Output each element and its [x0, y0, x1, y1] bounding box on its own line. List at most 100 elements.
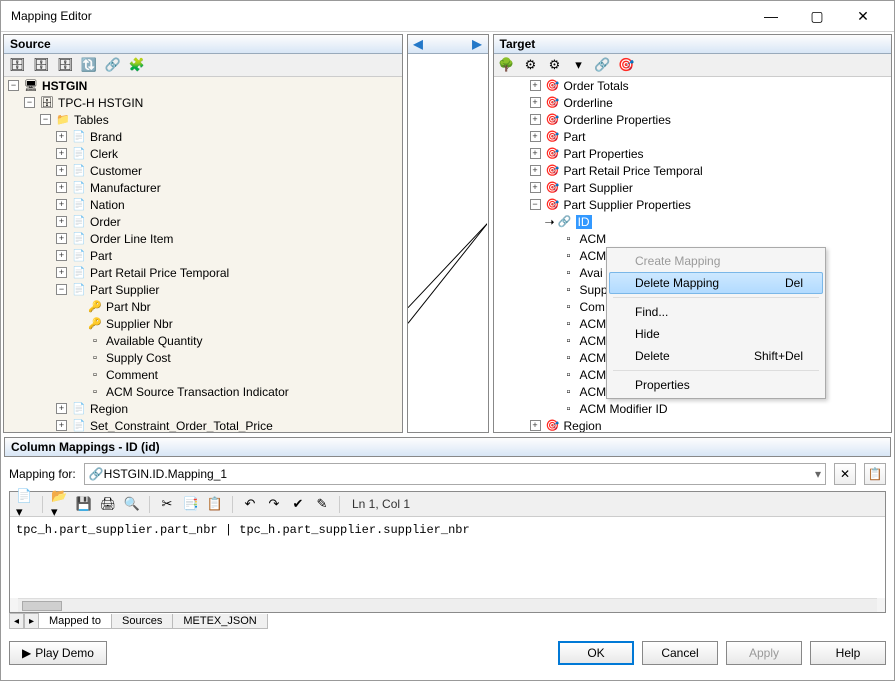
tree-item[interactable]: +🎯Region: [494, 417, 892, 432]
target-icon[interactable]: 🎯: [618, 56, 636, 74]
mapping-for-combo[interactable]: 🔗 HSTGIN.ID.Mapping_1 ▾: [84, 463, 826, 485]
tree-item[interactable]: +📄Region: [4, 400, 402, 417]
tree-item[interactable]: +🎯Order Totals: [494, 77, 892, 94]
cancel-button[interactable]: Cancel: [642, 641, 718, 665]
table-icon: 🎯: [545, 130, 561, 144]
map-right-icon[interactable]: ▶: [472, 37, 481, 51]
tree-item[interactable]: +🎯Part Retail Price Temporal: [494, 162, 892, 179]
tab-mapped-to[interactable]: Mapped to: [38, 614, 112, 629]
tree-tables[interactable]: −📁Tables: [4, 111, 402, 128]
tree-item[interactable]: +🎯Part: [494, 128, 892, 145]
tree-item[interactable]: +📄Order Line Item: [4, 230, 402, 247]
help-button[interactable]: Help: [810, 641, 886, 665]
column-supplier-nbr[interactable]: 🔑Supplier Nbr: [4, 315, 402, 332]
column-part-nbr[interactable]: 🔑Part Nbr: [4, 298, 402, 315]
gear-minus-icon[interactable]: ⚙: [546, 56, 564, 74]
table-link-icon[interactable]: 🔗: [104, 56, 122, 74]
dropdown-icon[interactable]: ▾: [570, 56, 588, 74]
ctx-properties[interactable]: Properties: [609, 374, 823, 396]
column-id[interactable]: ➝🔗ID: [494, 213, 892, 230]
db-add-icon[interactable]: 🗄: [8, 56, 26, 74]
expression-editor: 📄▾ 📂▾ 💾 🖨 🔍 ✂ 📑 📋 ↶ ↷ ✔ ✎ Ln 1, Col 1 t: [9, 491, 886, 613]
tree-item[interactable]: +📄Brand: [4, 128, 402, 145]
play-demo-button[interactable]: ▶ Play Demo: [9, 641, 107, 665]
apply-button[interactable]: Apply: [726, 641, 802, 665]
cursor-location: Ln 1, Col 1: [352, 497, 410, 511]
editor-body[interactable]: tpc_h.part_supplier.part_nbr | tpc_h.par…: [10, 517, 885, 598]
redo-icon[interactable]: ↷: [265, 495, 283, 513]
column-item[interactable]: ▫Available Quantity: [4, 332, 402, 349]
expression-text: tpc_h.part_supplier.part_nbr | tpc_h.par…: [16, 523, 470, 537]
tree-item-psp[interactable]: −🎯Part Supplier Properties: [494, 196, 892, 213]
tab-sources[interactable]: Sources: [111, 614, 173, 629]
close-button[interactable]: ✕: [840, 1, 886, 31]
tree-item[interactable]: +📄Nation: [4, 196, 402, 213]
column-item[interactable]: ▫ACM Source Transaction Indicator: [4, 383, 402, 400]
table-icon: 🎯: [545, 181, 561, 195]
map-left-icon[interactable]: ◀: [414, 37, 423, 51]
ctx-delete-mapping[interactable]: Delete MappingDel: [609, 272, 823, 294]
table-icon: 📄: [71, 249, 87, 263]
tree-item[interactable]: +🎯Orderline: [494, 94, 892, 111]
table-icon: 📄: [71, 419, 87, 433]
print-icon[interactable]: 🖨: [99, 495, 117, 513]
tab-next-button[interactable]: ▸: [24, 613, 39, 629]
editor-scrollbar[interactable]: [18, 598, 877, 612]
paste-icon[interactable]: 📋: [206, 495, 224, 513]
minimize-button[interactable]: —: [748, 1, 794, 31]
table-icon: 📄: [71, 266, 87, 280]
maximize-button[interactable]: ▢: [794, 1, 840, 31]
page-icon[interactable]: 📄▾: [16, 495, 34, 513]
column-item[interactable]: ▫Comment: [4, 366, 402, 383]
copy-icon[interactable]: 📑: [182, 495, 200, 513]
db-remove-icon[interactable]: 🗄: [56, 56, 74, 74]
delete-mapping-button[interactable]: ✕: [834, 463, 856, 485]
open-icon[interactable]: 📂▾: [51, 495, 69, 513]
tree-item[interactable]: +📄Set_Constraint_Order_Total_Price: [4, 417, 402, 432]
titlebar: Mapping Editor — ▢ ✕: [1, 1, 894, 31]
check-icon[interactable]: ✔: [289, 495, 307, 513]
window-title: Mapping Editor: [9, 9, 92, 23]
table-icon: 🎯: [545, 164, 561, 178]
ctx-hide[interactable]: Hide: [609, 323, 823, 345]
tree-item[interactable]: +📄Customer: [4, 162, 402, 179]
find-icon[interactable]: 🔍: [123, 495, 141, 513]
db-icon[interactable]: 🗄: [32, 56, 50, 74]
properties-button[interactable]: 📋: [864, 463, 886, 485]
tab-prev-button[interactable]: ◂: [9, 613, 24, 629]
column-mappings-header: Column Mappings - ID (id): [4, 437, 891, 457]
tree-item[interactable]: +📄Part Retail Price Temporal: [4, 264, 402, 281]
map-icon[interactable]: 🔗: [594, 56, 612, 74]
column-item[interactable]: ▫ACM Modifier ID: [494, 400, 892, 417]
column-icon: ▫: [561, 402, 577, 416]
save-icon[interactable]: 💾: [75, 495, 93, 513]
tree-db[interactable]: −🗄TPC-H HSTGIN: [4, 94, 402, 111]
source-toolbar: 🗄 🗄 🗄 🔃 🔗 🧩: [4, 54, 402, 77]
undo-icon[interactable]: ↶: [241, 495, 259, 513]
refresh-icon[interactable]: 🔃: [80, 56, 98, 74]
column-item[interactable]: ▫ACM: [494, 230, 892, 247]
ctx-find[interactable]: Find...: [609, 301, 823, 323]
table-icon: 📄: [71, 215, 87, 229]
column-icon: ▫: [561, 232, 577, 246]
tab-metex-json[interactable]: METEX_JSON: [172, 614, 267, 629]
tree-item[interactable]: +🎯Orderline Properties: [494, 111, 892, 128]
tree-filter-icon[interactable]: 🌳: [498, 56, 516, 74]
tree-item-part-supplier[interactable]: −📄Part Supplier: [4, 281, 402, 298]
gear-plus-icon[interactable]: ⚙: [522, 56, 540, 74]
cut-icon[interactable]: ✂: [158, 495, 176, 513]
column-item[interactable]: ▫Supply Cost: [4, 349, 402, 366]
tree-item[interactable]: +🎯Part Properties: [494, 145, 892, 162]
tree-item[interactable]: +📄Manufacturer: [4, 179, 402, 196]
tree-root[interactable]: −🖥HSTGIN: [4, 77, 402, 94]
ctx-create-mapping: Create Mapping: [609, 250, 823, 272]
tree-item[interactable]: +🎯Part Supplier: [494, 179, 892, 196]
tree-item[interactable]: +📄Clerk: [4, 145, 402, 162]
filter-icon[interactable]: 🧩: [128, 56, 146, 74]
edit-icon[interactable]: ✎: [313, 495, 331, 513]
tree-item[interactable]: +📄Order: [4, 213, 402, 230]
ctx-delete[interactable]: DeleteShift+Del: [609, 345, 823, 367]
tree-item[interactable]: +📄Part: [4, 247, 402, 264]
source-tree[interactable]: −🖥HSTGIN −🗄TPC-H HSTGIN −📁Tables +📄Brand…: [4, 77, 402, 432]
ok-button[interactable]: OK: [558, 641, 634, 665]
